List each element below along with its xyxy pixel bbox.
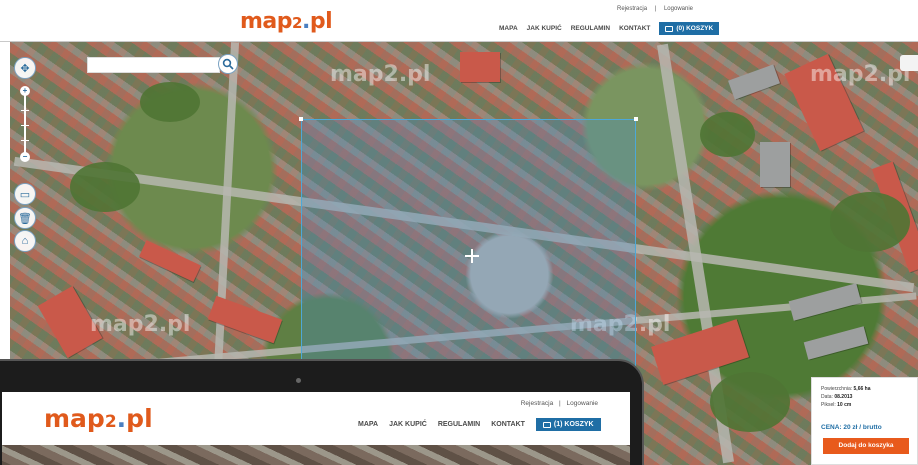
zoom-in-button[interactable]: +	[20, 86, 30, 96]
nav-item-mapa[interactable]: MAPA	[499, 25, 518, 32]
selection-handle[interactable]	[634, 117, 638, 121]
cart-icon	[665, 25, 674, 32]
area-value: 5,66 ha	[853, 386, 871, 392]
building	[788, 283, 862, 321]
laptop-user-links: Rejestracja | Logowanie	[521, 400, 598, 407]
laptop-map-preview	[2, 445, 630, 465]
search-icon	[222, 58, 234, 70]
cart-label: (0) KOSZYK	[676, 25, 714, 32]
building	[728, 64, 780, 100]
laptop-register-link[interactable]: Rejestracja	[521, 400, 554, 407]
nav-item-kontakt[interactable]: KONTAKT	[619, 25, 650, 32]
tree-cluster	[70, 162, 140, 212]
zoom-tick	[21, 110, 29, 111]
laptop-link-separator: |	[559, 400, 561, 407]
tree-cluster	[710, 372, 790, 432]
search-button[interactable]	[218, 54, 238, 74]
cart-button[interactable]: (0) KOSZYK	[659, 22, 720, 35]
pixel-label: Piksel:	[821, 402, 836, 408]
tree-cluster	[830, 192, 910, 252]
building	[460, 52, 500, 82]
zoom-tick	[21, 140, 29, 141]
page: map2.pl Rejestracja | Logowanie MAPA JAK…	[0, 0, 918, 465]
link-separator: |	[654, 6, 657, 12]
area-row: Powierzchnia: 5,66 ha	[821, 385, 917, 393]
login-link[interactable]: Logowanie	[664, 6, 693, 12]
laptop-cart-label: (1) KOSZYK	[553, 421, 594, 428]
site-header: map2.pl Rejestracja | Logowanie MAPA JAK…	[0, 0, 918, 42]
date-label: Data:	[821, 394, 833, 400]
trash-button[interactable]: 🗑	[14, 207, 36, 229]
laptop-logo: map2.pl	[44, 404, 153, 433]
selection-info-panel: Powierzchnia: 5,66 ha Data: 08.2013 Piks…	[811, 377, 918, 465]
register-link[interactable]: Rejestracja	[617, 6, 647, 12]
laptop-screen: Rejestracja | Logowanie map2.pl MAPA JAK…	[2, 392, 630, 465]
rectangle-select-button[interactable]: ▭	[14, 183, 36, 205]
crosshair-icon	[465, 249, 479, 263]
building	[803, 326, 869, 360]
laptop-logo-map: map	[44, 404, 105, 433]
laptop-nav-jak-kupic[interactable]: JAK KUPIĆ	[389, 421, 427, 428]
logo[interactable]: map2.pl	[240, 9, 333, 34]
price-label: CENA: 20 zł / brutto	[821, 424, 882, 431]
laptop-logo-two: 2	[104, 412, 117, 432]
add-to-cart-button[interactable]: Dodaj do koszyka	[823, 438, 909, 454]
laptop-cart-button[interactable]: (1) KOSZYK	[535, 418, 601, 431]
pixel-row: Piksel: 10 cm	[821, 401, 917, 409]
home-button[interactable]: ⌂	[14, 230, 36, 252]
pan-control[interactable]: ✥	[14, 57, 36, 79]
search-input[interactable]	[87, 57, 220, 73]
logo-tld: pl	[309, 9, 333, 34]
zoom-slider[interactable]	[24, 90, 26, 156]
zoom-out-button[interactable]: −	[20, 152, 30, 162]
date-value: 08.2013	[834, 394, 853, 400]
laptop-nav-mapa[interactable]: MAPA	[358, 421, 378, 428]
date-row: Data: 08.2013	[821, 393, 917, 401]
nav-item-jak-kupic[interactable]: JAK KUPIĆ	[527, 25, 562, 32]
selection-handle[interactable]	[299, 117, 303, 121]
laptop-logo-tld: pl	[126, 404, 153, 433]
tree-cluster	[140, 82, 200, 122]
laptop-nav-kontakt[interactable]: KONTAKT	[491, 421, 525, 428]
watermark: map2.pl	[90, 312, 191, 337]
zoom-tick	[21, 125, 29, 126]
pixel-value: 10 cm	[837, 402, 852, 408]
layer-toggle-button[interactable]	[900, 55, 918, 71]
laptop-logo-dot: .	[116, 404, 127, 433]
logo-dot: .	[301, 9, 310, 34]
building	[139, 240, 201, 282]
camera-icon	[296, 378, 301, 383]
watermark: map2.pl	[330, 62, 431, 87]
watermark: map2.pl	[810, 62, 911, 87]
laptop-login-link[interactable]: Logowanie	[567, 400, 598, 407]
logo-two: 2	[292, 14, 302, 32]
logo-map: map	[240, 9, 293, 34]
building	[760, 142, 790, 187]
tree-cluster	[700, 112, 755, 157]
laptop-nav: MAPA JAK KUPIĆ REGULAMIN KONTAKT (1) KOS…	[358, 418, 601, 431]
user-links: Rejestracja | Logowanie	[614, 6, 696, 12]
laptop-cart-icon	[542, 421, 551, 428]
area-label: Powierzchnia:	[821, 386, 853, 392]
laptop-frame: Rejestracja | Logowanie map2.pl MAPA JAK…	[0, 359, 644, 465]
nav-item-regulamin[interactable]: REGULAMIN	[571, 25, 610, 32]
main-nav: MAPA JAK KUPIĆ REGULAMIN KONTAKT (0) KOS…	[499, 22, 720, 35]
laptop-nav-regulamin[interactable]: REGULAMIN	[438, 421, 480, 428]
